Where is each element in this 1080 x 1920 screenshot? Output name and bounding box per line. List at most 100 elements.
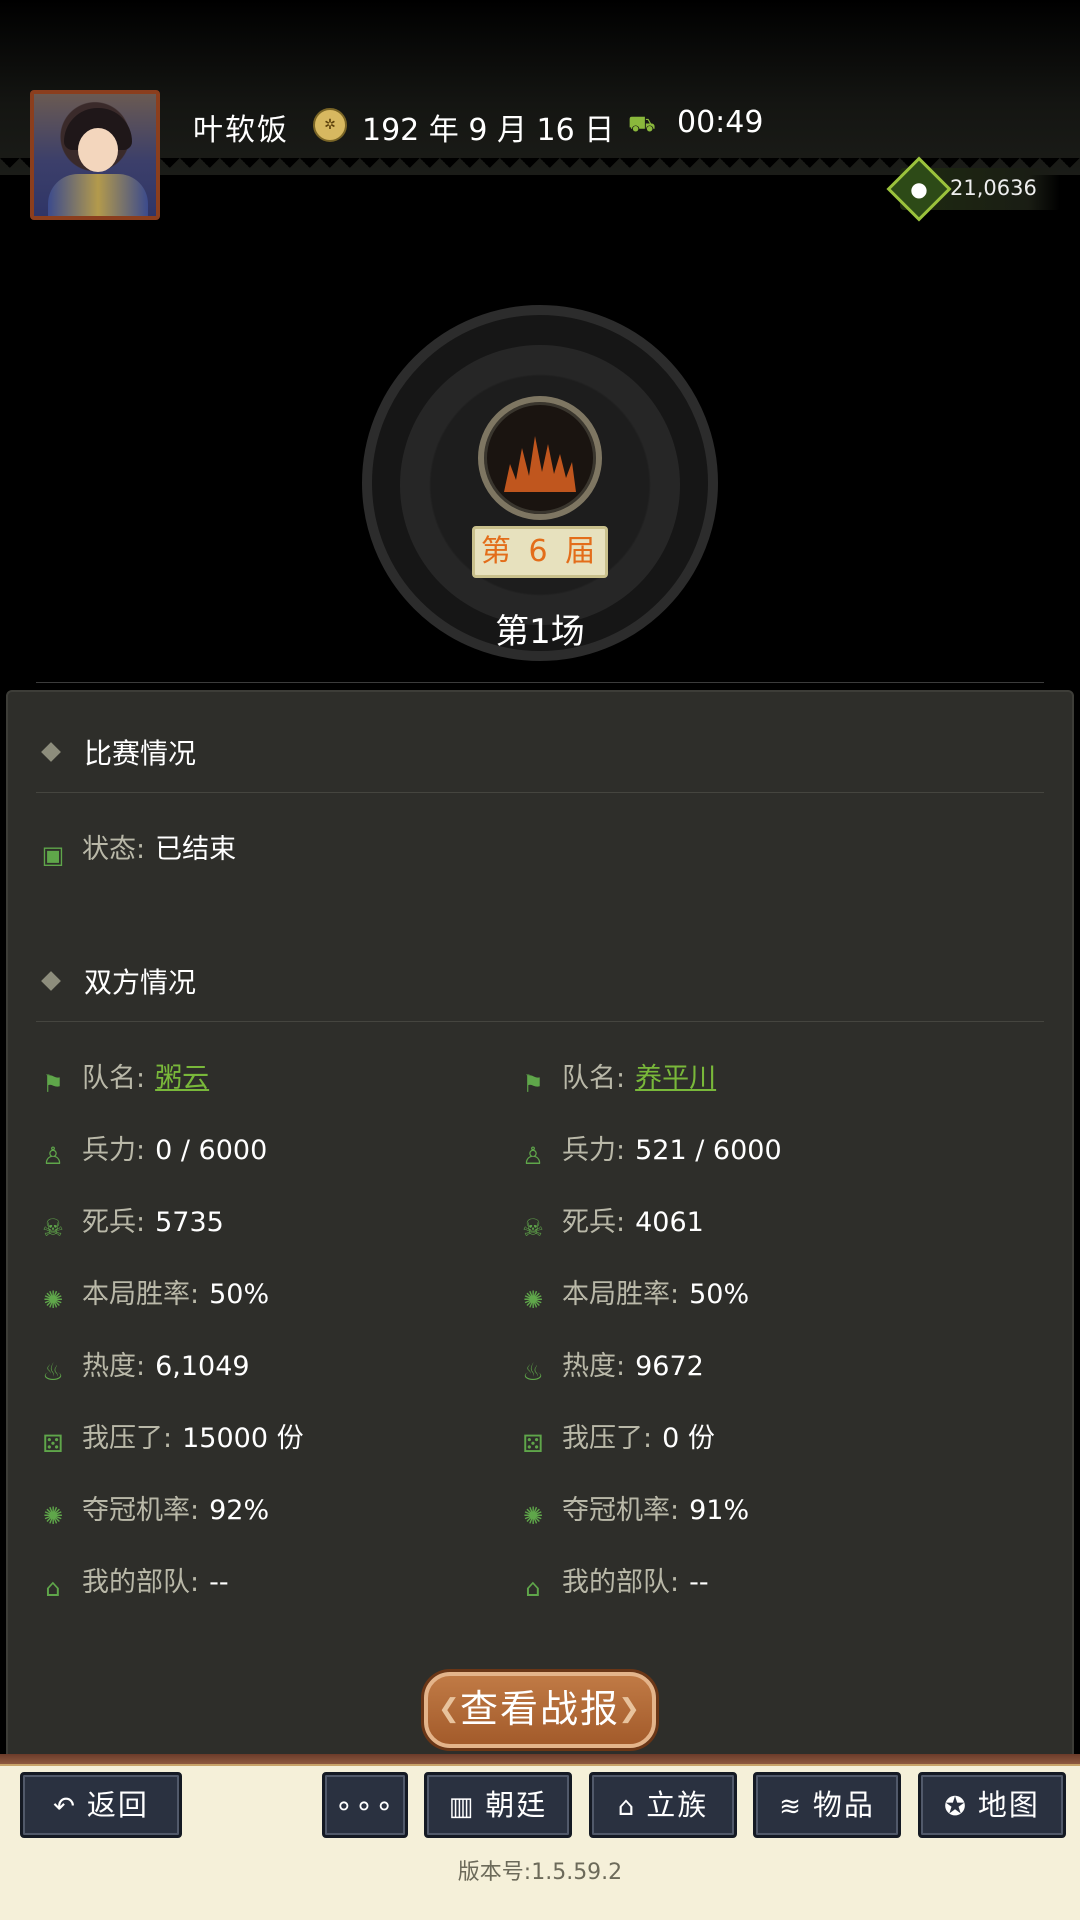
view-battle-report-button[interactable]: ❮ 查看战报 ❯	[424, 1672, 656, 1748]
left-champ-value: 92%	[209, 1495, 270, 1526]
left-team-link[interactable]: 粥云	[155, 1063, 209, 1094]
heat-label: 热度:	[562, 1351, 626, 1382]
dice-icon: ⚄	[522, 1430, 544, 1458]
court-label: 朝廷	[485, 1788, 548, 1822]
winrate-icon: ✺	[522, 1286, 544, 1314]
left-troops-row: ♙ 兵力: 0 / 6000	[38, 1133, 268, 1170]
left-dead-value: 5735	[155, 1207, 224, 1238]
calendar-check-icon: ▣	[41, 841, 65, 869]
dead-label: 死兵:	[82, 1207, 146, 1238]
diamond-bullet-icon	[41, 971, 61, 991]
right-winrate-row: ✺ 本局胜率: 50%	[518, 1277, 750, 1314]
view-report-label: 查看战报	[459, 1687, 620, 1731]
left-heat-row: ♨ 热度: 6,1049	[38, 1349, 249, 1386]
bet-label: 我压了:	[562, 1423, 653, 1454]
banner-icon: ⚑	[42, 1070, 64, 1098]
scroll-icon: ≋	[779, 1792, 803, 1822]
tent-icon: ⌂	[525, 1574, 541, 1602]
match-title: 第1场	[495, 612, 585, 652]
back-button[interactable]: ↶ 返回	[20, 1772, 182, 1838]
team-label: 队名:	[562, 1063, 626, 1094]
troops-label: 兵力:	[82, 1135, 146, 1166]
heat-label: 热度:	[82, 1351, 146, 1382]
right-dead-row: ☠ 死兵: 4061	[518, 1205, 704, 1242]
skull-icon: ☠	[522, 1214, 544, 1242]
bottom-trim	[0, 1754, 1080, 1766]
right-my-troop-row: ⌂ 我的部队: --	[518, 1565, 709, 1602]
troops-label: 兵力:	[562, 1135, 626, 1166]
section-heading: 双方情况	[84, 966, 197, 999]
champion-icon: ✺	[42, 1502, 64, 1530]
chevron-right-icon: ❯	[618, 1694, 642, 1724]
flame-icon: ♨	[522, 1358, 544, 1386]
season-badge: 第 6 届	[472, 526, 608, 578]
my-troop-label: 我的部队:	[82, 1567, 200, 1598]
back-label: 返回	[86, 1788, 149, 1822]
right-bet-row: ⚄ 我压了: 0 份	[518, 1421, 715, 1458]
left-team-name-row: ⚑ 队名: 粥云	[38, 1061, 209, 1098]
divider	[36, 682, 1044, 683]
left-bet-value: 15000 份	[182, 1423, 304, 1454]
winrate-label: 本局胜率:	[82, 1279, 200, 1310]
game-date: 192 年 9 月 16 日	[362, 113, 615, 148]
team-label: 队名:	[82, 1063, 146, 1094]
fire-icon	[478, 396, 602, 520]
left-my-troop-value: --	[209, 1567, 229, 1598]
winrate-icon: ✺	[42, 1286, 64, 1314]
champ-label: 夺冠机率:	[82, 1495, 200, 1526]
right-team-link[interactable]: 养平川	[635, 1063, 716, 1094]
champion-icon: ✺	[522, 1502, 544, 1530]
divider	[36, 792, 1044, 793]
soldier-icon: ♙	[42, 1142, 64, 1170]
game-time: 00:49	[677, 105, 764, 140]
court-button[interactable]: ▥ 朝廷	[424, 1772, 572, 1838]
chevron-left-icon: ❮	[438, 1694, 462, 1724]
section-heading: 比赛情况	[84, 737, 197, 770]
avatar-robe	[48, 174, 148, 216]
left-dead-row: ☠ 死兵: 5735	[38, 1205, 224, 1242]
left-my-troop-row: ⌂ 我的部队: --	[38, 1565, 229, 1602]
flame-icon: ♨	[42, 1358, 64, 1386]
items-button[interactable]: ≋ 物品	[753, 1772, 901, 1838]
return-arrow-icon: ↶	[53, 1792, 77, 1822]
left-winrate-row: ✺ 本局胜率: 50%	[38, 1277, 270, 1314]
status-label: 状态:	[82, 834, 146, 865]
right-dead-value: 4061	[635, 1207, 704, 1238]
player-name: 叶软饭	[193, 113, 289, 148]
map-button[interactable]: ✪ 地图	[918, 1772, 1066, 1838]
diamond-bullet-icon	[41, 742, 61, 762]
soldier-icon: ♙	[522, 1142, 544, 1170]
left-troops-value: 0 / 6000	[155, 1135, 268, 1166]
right-troops-row: ♙ 兵力: 521 / 6000	[518, 1133, 782, 1170]
right-winrate-value: 50%	[689, 1279, 750, 1310]
right-troops-value: 521 / 6000	[635, 1135, 782, 1166]
calendar-seal-icon: ✲	[313, 108, 347, 142]
carriage-icon: ⛟	[628, 112, 656, 137]
tent-icon: ⌂	[617, 1792, 637, 1822]
right-heat-value: 9672	[635, 1351, 704, 1382]
right-heat-row: ♨ 热度: 9672	[518, 1349, 704, 1386]
clan-label: 立族	[646, 1788, 709, 1822]
dead-label: 死兵:	[562, 1207, 626, 1238]
left-winrate-value: 50%	[209, 1279, 270, 1310]
player-avatar[interactable]	[30, 90, 160, 220]
right-my-troop-value: --	[689, 1567, 709, 1598]
avatar-face	[78, 128, 118, 172]
more-button[interactable]: ∘∘∘	[322, 1772, 408, 1838]
champ-label: 夺冠机率:	[562, 1495, 680, 1526]
gold-amount: 21,0636	[950, 176, 1037, 200]
palace-icon: ▥	[448, 1792, 476, 1822]
right-champ-value: 91%	[689, 1495, 750, 1526]
banner-icon: ⚑	[522, 1070, 544, 1098]
clan-button[interactable]: ⌂ 立族	[589, 1772, 737, 1838]
compass-icon: ✪	[944, 1792, 968, 1822]
bet-label: 我压了:	[82, 1423, 173, 1454]
skull-icon: ☠	[42, 1214, 64, 1242]
left-bet-row: ⚄ 我压了: 15000 份	[38, 1421, 304, 1458]
tent-icon: ⌂	[45, 1574, 61, 1602]
map-label: 地图	[977, 1788, 1040, 1822]
status-row: ▣ 状态: 已结束	[38, 832, 237, 869]
winrate-label: 本局胜率:	[562, 1279, 680, 1310]
section-teams: 双方情况	[41, 961, 197, 1001]
status-value: 已结束	[155, 834, 237, 865]
